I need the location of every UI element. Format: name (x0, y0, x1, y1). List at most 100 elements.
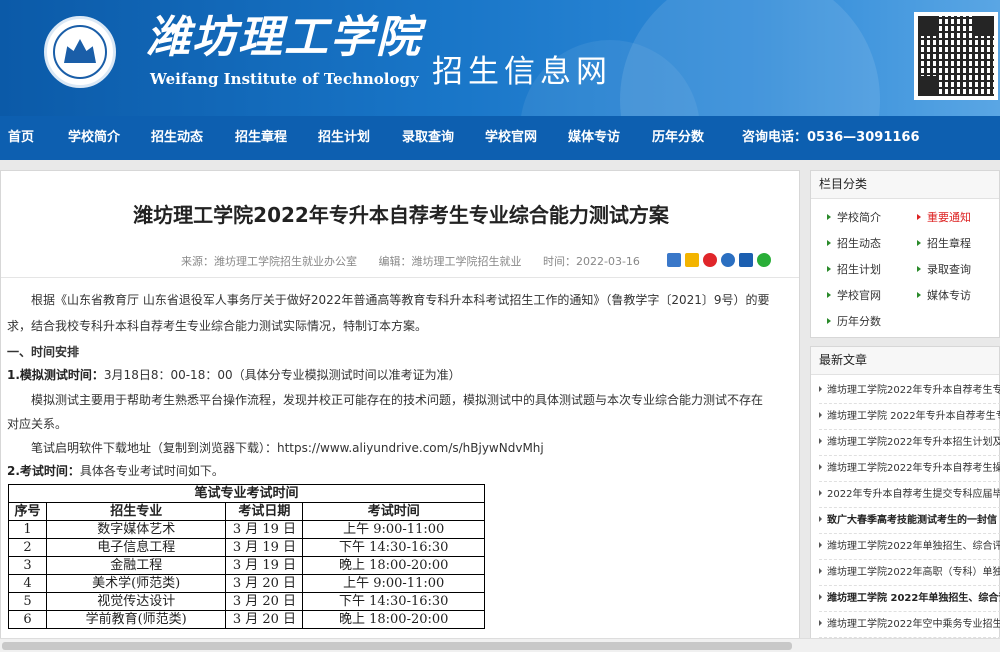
latest-article-item[interactable]: 2022年专升本自荐考生提交专科应届毕业证明 (819, 482, 1000, 508)
latest-article-item[interactable]: 潍坊理工学院 2022年单独招生、综合评价招生章程 (819, 586, 1000, 612)
article-editor: 编辑：潍坊理工学院招生就业 (378, 255, 522, 268)
category-scores[interactable]: 历年分数 (827, 313, 881, 329)
cell-major: 视觉传达设计 (45, 592, 227, 611)
mock-test-time: 1.模拟测试时间：3月18日8：00-18：00（具体分专业模拟测试时间以准考证… (7, 362, 461, 388)
article-title: 潍坊理工学院2022年专升本自荐考生专业综合能力测试方案 (133, 203, 669, 227)
cell-date: 3 月 19 日 (225, 556, 304, 575)
arrow-icon (819, 620, 822, 626)
nav-item-official-site[interactable]: 学校官网 (485, 116, 537, 160)
category-important-notice[interactable]: 重要通知 (917, 209, 971, 225)
latest-article-item[interactable]: 潍坊理工学院2022年空中乘务专业招生简章 (819, 612, 1000, 638)
table-row: 6 学前教育(师范类) 3 月 20 日 晚上 18:00-20:00 (8, 610, 485, 629)
latest-title: 最新文章 (811, 347, 999, 375)
scrollbar-thumb[interactable] (2, 642, 792, 650)
arrow-icon (819, 464, 822, 470)
contact-phone: 咨询电话：0536—3091166 (742, 130, 920, 145)
latest-article-item[interactable]: 潍坊理工学院2022年专升本招生计划及专业介绍 (819, 430, 1000, 456)
table-row: 3 金融工程 3 月 19 日 晚上 18:00-20:00 (8, 556, 485, 575)
school-name-cn: 潍坊理工学院 (146, 12, 422, 63)
nav-item-rules[interactable]: 招生章程 (235, 116, 287, 160)
wechat-icon[interactable] (757, 253, 771, 267)
category-media[interactable]: 媒体专访 (917, 287, 971, 303)
category-news[interactable]: 招生动态 (827, 235, 881, 251)
col-header-major: 招生专业 (45, 502, 227, 521)
table-row: 1 数字媒体艺术 3 月 19 日 上午 9:00-11:00 (8, 520, 485, 539)
article-panel: 潍坊理工学院2022年专升本自荐考生专业综合能力测试方案 来源：潍坊理工学院招生… (0, 170, 800, 652)
mock-test-label: 1.模拟测试时间： (7, 368, 104, 382)
category-label: 媒体专访 (927, 289, 971, 302)
school-name-en: Weifang Institute of Technology (150, 70, 419, 88)
category-box: 栏目分类 学校简介 重要通知 招生动态 招生章程 招生计划 录取查询 学校官网 … (810, 170, 1000, 338)
arrow-icon (917, 266, 921, 272)
cell-index: 4 (8, 574, 47, 593)
latest-article-item[interactable]: 潍坊理工学院 2022年专升本自荐考生专业综合能力测试 (819, 404, 1000, 430)
mock-desc-line-2: 对应关系。 (7, 417, 68, 431)
category-label: 学校官网 (837, 289, 881, 302)
cell-index: 6 (8, 610, 47, 629)
arrow-icon (827, 318, 831, 324)
intro-line-2: 求，结合我校专科升本科自荐考生专业综合能力测试实际情况，特制订本方案。 (7, 319, 428, 333)
plus-share-icon[interactable] (667, 253, 681, 267)
exam-time: 2.考试时间：具体各专业考试时间如下。 (7, 458, 224, 484)
nav-item-plan[interactable]: 招生计划 (318, 116, 370, 160)
col-header-index: 序号 (8, 502, 47, 521)
school-seal-icon[interactable] (44, 16, 116, 88)
latest-article-item[interactable]: 潍坊理工学院2022年专升本自荐考生专业综合能力测试方案 (819, 378, 1000, 404)
sidebar: 栏目分类 学校简介 重要通知 招生动态 招生章程 招生计划 录取查询 学校官网 … (810, 170, 1000, 652)
qzone-icon[interactable] (685, 253, 699, 267)
qr-code-icon (914, 12, 998, 100)
latest-article-item[interactable]: 致广大春季高考技能测试考生的一封信 (819, 508, 1000, 534)
category-label: 招生计划 (837, 263, 881, 276)
col-header-date: 考试日期 (225, 502, 304, 521)
table-row: 4 美术学(师范类) 3 月 20 日 上午 9:00-11:00 (8, 574, 485, 593)
nav-item-about[interactable]: 学校简介 (68, 116, 120, 160)
category-about[interactable]: 学校简介 (827, 209, 881, 225)
category-label: 录取查询 (927, 263, 971, 276)
cell-date: 3 月 20 日 (225, 574, 304, 593)
pinterest-icon[interactable] (721, 253, 735, 267)
cell-major: 金融工程 (45, 556, 227, 575)
category-official-site[interactable]: 学校官网 (827, 287, 881, 303)
cell-date: 3 月 19 日 (225, 538, 304, 557)
nav-item-admission-query[interactable]: 录取查询 (402, 116, 454, 160)
mock-desc-line-1: 模拟测试主要用于帮助考生熟悉平台操作流程，发现并校正可能存在的技术问题，模拟测试… (31, 393, 764, 407)
category-plan[interactable]: 招生计划 (827, 261, 881, 277)
latest-article-item[interactable]: 潍坊理工学院2022年单独招生、综合评价招生 (819, 534, 1000, 560)
main-nav: 首页 学校简介 招生动态 招生章程 招生计划 录取查询 学校官网 媒体专访 历年… (0, 116, 1000, 160)
table-row: 2 电子信息工程 3 月 19 日 下午 14:30-16:30 (8, 538, 485, 557)
arrow-icon (827, 240, 831, 246)
arrow-icon (819, 568, 822, 574)
share-bar (667, 253, 771, 269)
divider (1, 277, 799, 278)
cell-major: 电子信息工程 (45, 538, 227, 557)
weibo-icon[interactable] (703, 253, 717, 267)
category-rules[interactable]: 招生章程 (917, 235, 971, 251)
cell-major: 数字媒体艺术 (45, 520, 227, 539)
nav-item-media[interactable]: 媒体专访 (568, 116, 620, 160)
latest-articles-box: 最新文章 潍坊理工学院2022年专升本自荐考生专业综合能力测试方案 潍坊理工学院… (810, 346, 1000, 652)
nav-item-home[interactable]: 首页 (8, 116, 34, 160)
cell-index: 2 (8, 538, 47, 557)
latest-article-item[interactable]: 潍坊理工学院2022年专升本自荐考生操作指南 (819, 456, 1000, 482)
table-caption: 笔试专业考试时间 (8, 484, 485, 503)
category-label: 学校简介 (837, 211, 881, 224)
category-label: 重要通知 (927, 211, 971, 224)
exam-schedule-table: 笔试专业考试时间 序号 招生专业 考试日期 考试时间 1 数字媒体艺术 3 月 … (8, 484, 485, 629)
arrow-icon (819, 542, 822, 548)
category-admission-query[interactable]: 录取查询 (917, 261, 971, 277)
arrow-icon (827, 214, 831, 220)
arrow-icon (827, 266, 831, 272)
nav-item-news[interactable]: 招生动态 (151, 116, 203, 160)
page: 潍坊理工学院 Weifang Institute of Technology 招… (0, 0, 1000, 652)
cell-date: 3 月 20 日 (225, 592, 304, 611)
cell-time: 上午 9:00-11:00 (302, 520, 485, 539)
renren-icon[interactable] (739, 253, 753, 267)
latest-article-item[interactable]: 潍坊理工学院2022年高职（专科）单独招生 (819, 560, 1000, 586)
nav-item-scores[interactable]: 历年分数 (652, 116, 704, 160)
category-label: 招生章程 (927, 237, 971, 250)
cell-time: 晚上 18:00-20:00 (302, 556, 485, 575)
arrow-icon (917, 240, 921, 246)
cell-index: 3 (8, 556, 47, 575)
cell-major: 美术学(师范类) (45, 574, 227, 593)
horizontal-scrollbar[interactable] (0, 638, 1000, 652)
